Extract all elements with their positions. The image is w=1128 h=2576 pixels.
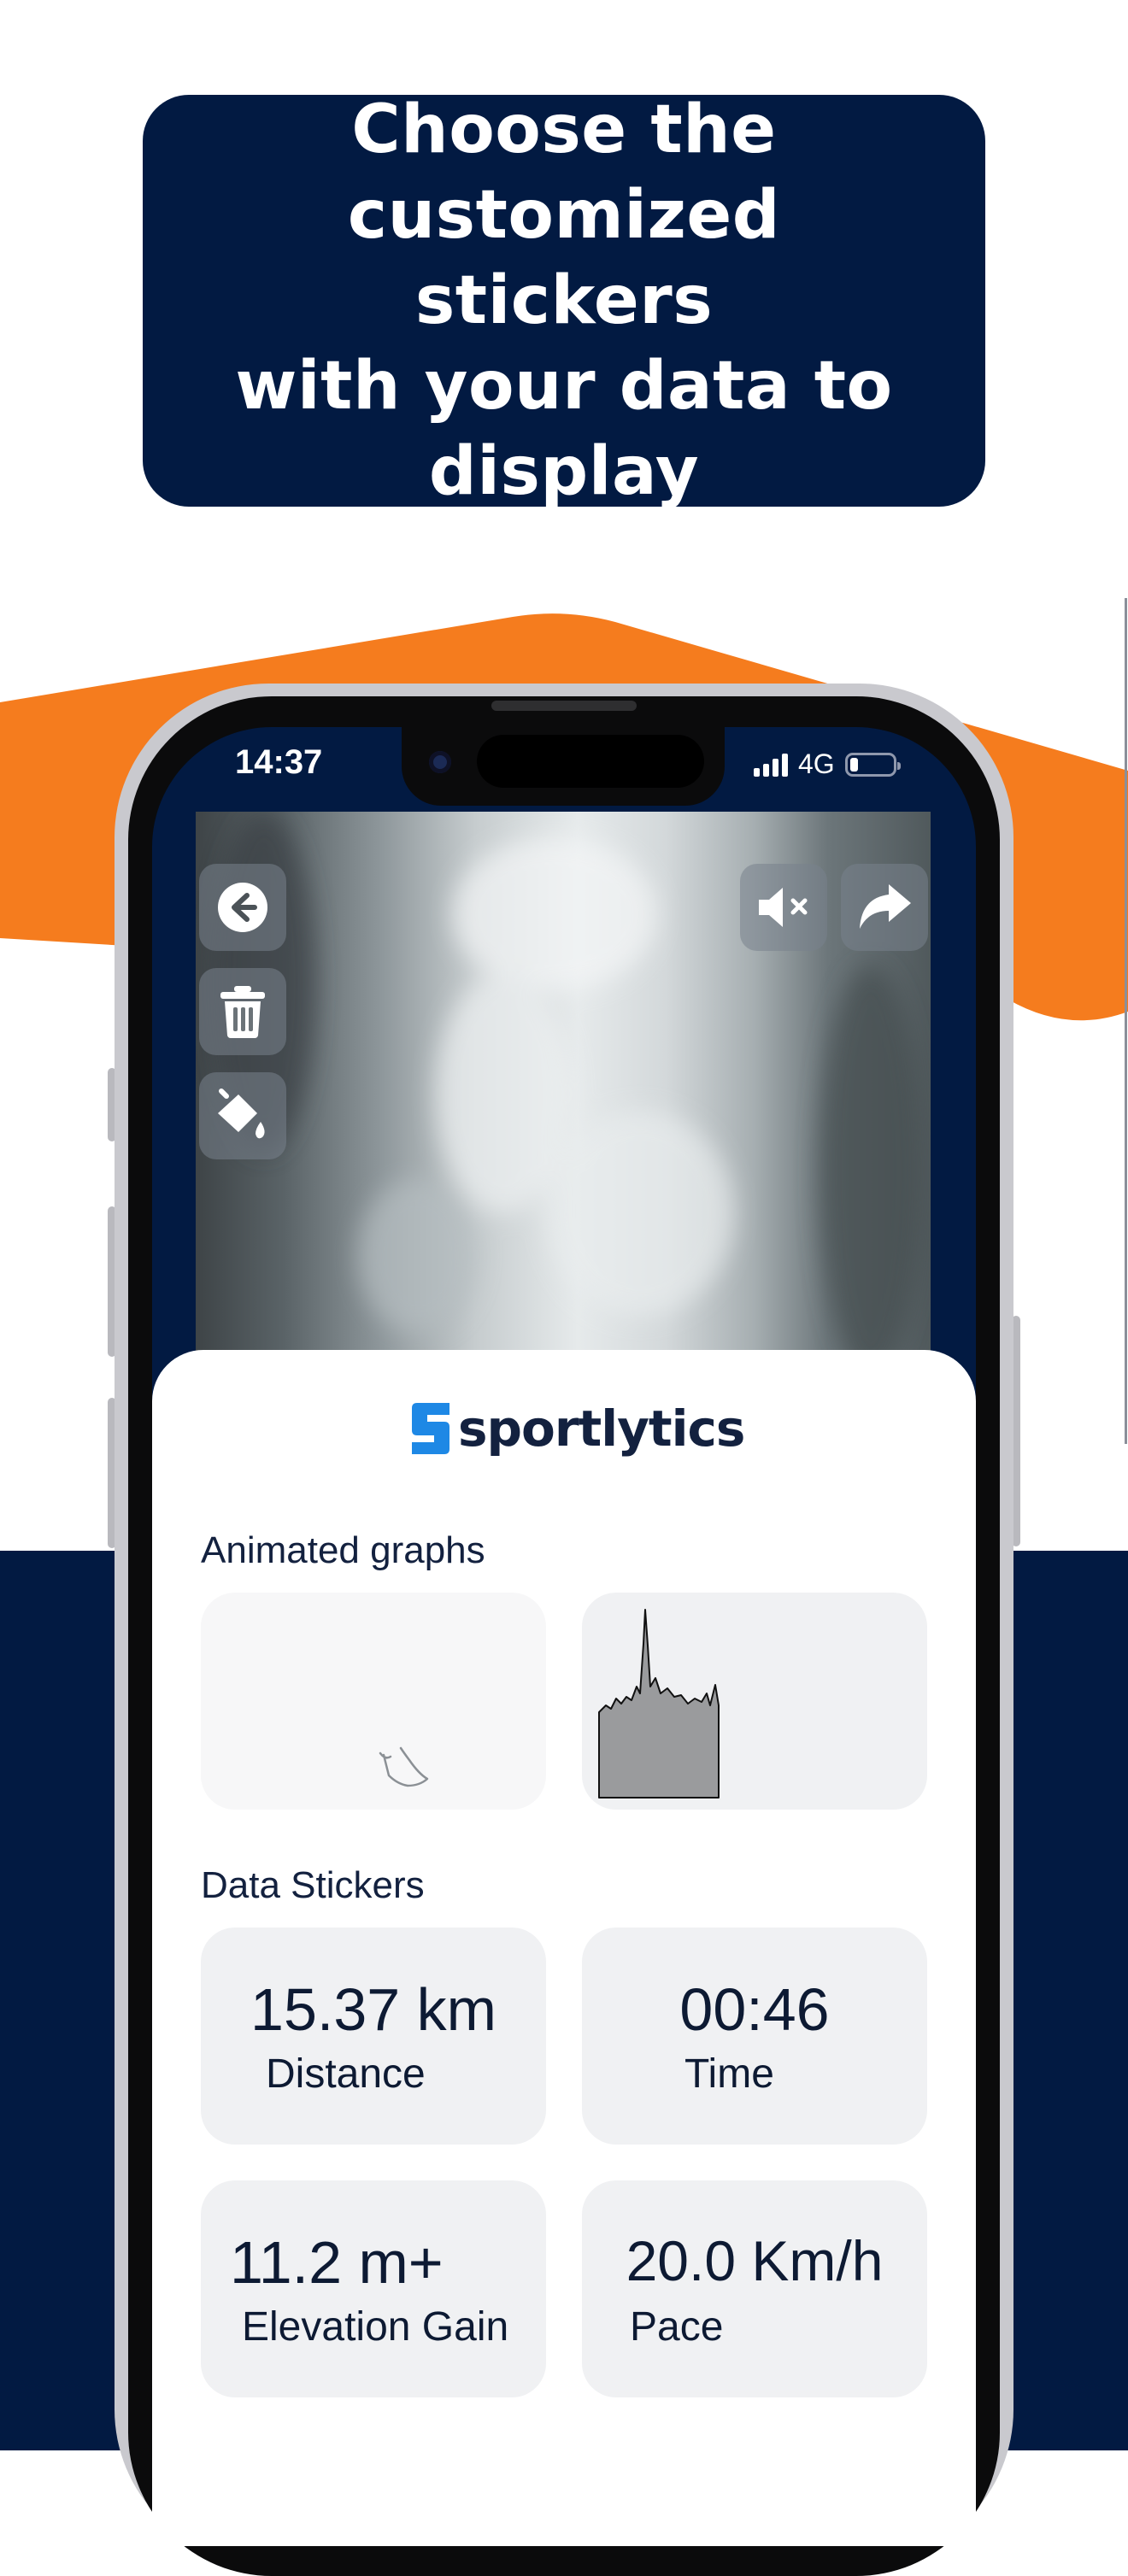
headline-line-3: with your data to display — [235, 348, 893, 510]
pace-label: Pace — [630, 2304, 724, 2350]
animated-graphs-label: Animated graphs — [201, 1529, 485, 1571]
edge-line — [1125, 598, 1127, 1444]
pace-sticker-card[interactable]: 20.0 Km/h Pace — [582, 2180, 927, 2397]
elevation-graph-card[interactable] — [582, 1593, 927, 1810]
phone-speaker — [491, 701, 637, 711]
time-sticker-card[interactable]: 00:46 Time — [582, 1928, 927, 2145]
headline-line-1: Choose the customized — [347, 91, 781, 254]
data-stickers-label: Data Stickers — [201, 1864, 425, 1906]
elevation-profile-graph — [598, 1609, 720, 1799]
brand-logo: sportlytics — [412, 1399, 745, 1458]
brand-name: sportlytics — [458, 1399, 745, 1458]
distance-value: 15.37 km — [250, 1976, 496, 2043]
dynamic-island — [477, 735, 704, 788]
mute-icon — [759, 888, 808, 927]
status-time: 14:37 — [235, 743, 323, 781]
back-arrow-icon — [218, 883, 267, 932]
mute-button[interactable] — [740, 864, 827, 951]
delete-button[interactable] — [199, 968, 286, 1055]
elevation-sticker-card[interactable]: 11.2 m+ Elevation Gain — [201, 2180, 546, 2397]
time-label: Time — [684, 2051, 774, 2097]
status-indicators: 4G — [754, 748, 901, 780]
elevation-label: Elevation Gain — [242, 2304, 509, 2350]
trash-icon — [220, 986, 265, 1038]
signal-icon — [754, 753, 788, 777]
color-fill-button[interactable] — [199, 1072, 286, 1159]
distance-label: Distance — [266, 2051, 426, 2097]
network-type: 4G — [798, 748, 835, 779]
battery-icon — [844, 752, 901, 777]
time-value: 00:46 — [679, 1976, 830, 2043]
headline-text: Choose the customized stickers with your… — [143, 87, 985, 514]
headline-line-2: stickers — [414, 262, 714, 339]
pace-value: 20.0 Km/h — [626, 2229, 884, 2292]
paint-bucket-icon — [218, 1088, 265, 1139]
elevation-value: 11.2 m+ — [230, 2229, 444, 2296]
back-button[interactable] — [199, 864, 286, 951]
headline-banner: Choose the customized stickers with your… — [143, 91, 985, 510]
distance-sticker-card[interactable]: 15.37 km Distance — [201, 1928, 546, 2145]
route-map-graph — [379, 1746, 429, 1787]
sportlytics-logo-icon — [412, 1403, 449, 1454]
share-button[interactable] — [841, 864, 928, 951]
camera-icon — [429, 751, 451, 773]
share-icon — [860, 884, 911, 929]
route-graph-card[interactable] — [201, 1593, 546, 1810]
